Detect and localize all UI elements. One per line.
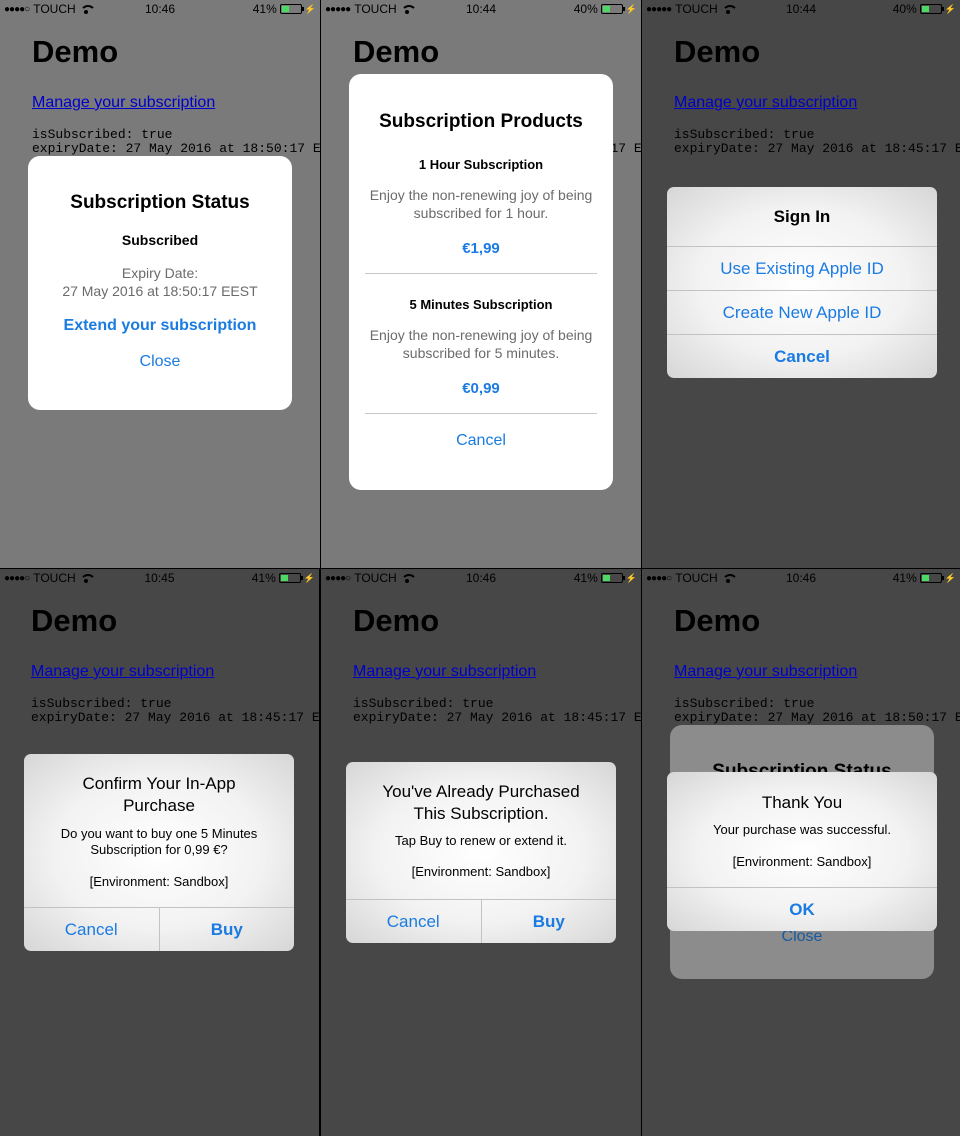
dialog-title: Subscription Status (70, 192, 250, 213)
status-bar: ●●●●○ TOUCH 10:46 41% ⚡ (0, 0, 320, 18)
dialog-title: Subscription Products (379, 111, 583, 132)
page-title: Demo (32, 34, 119, 69)
cancel-button[interactable]: Cancel (24, 908, 159, 951)
screen-thank-you: ●●●●○ TOUCH 10:46 41% ⚡ Demo Manage your… (642, 569, 960, 1136)
product-name: 5 Minutes Subscription (409, 297, 553, 312)
battery-percent: 41% (573, 571, 598, 585)
battery-percent: 41% (892, 571, 917, 585)
divider (365, 273, 597, 274)
alert-title: Confirm Your In-App Purchase (82, 774, 236, 815)
status-bar: ●●●●○ TOUCH 10:46 41% ⚡ (321, 569, 641, 587)
sign-in-sheet: Sign In Use Existing Apple ID Create New… (667, 187, 937, 378)
status-bar: ●●●●● TOUCH 10:44 40% ⚡ (642, 0, 960, 18)
subscription-info: isSubscribed: true expiryDate: 27 May 20… (32, 127, 320, 156)
manage-subscription-link[interactable]: Manage your subscription (674, 663, 857, 681)
charging-icon: ⚡ (304, 3, 316, 14)
manage-subscription-link[interactable]: Manage your subscription (353, 663, 536, 681)
battery-icon (278, 573, 303, 583)
battery-icon (279, 4, 304, 14)
sheet-title: Sign In (773, 207, 831, 226)
divider (365, 413, 597, 414)
thank-you-alert: Thank You Your purchase was successful. … (667, 772, 937, 931)
screen-confirm-purchase: ●●●●○ TOUCH 10:45 41% ⚡ Demo Manage your… (0, 569, 319, 1136)
alert-message: Tap Buy to renew or extend it. (395, 833, 567, 848)
subscription-info: isSubscribed: true expiryDate: 27 May 20… (674, 696, 960, 725)
product-description: Enjoy the non-renewing joy of being subs… (369, 327, 593, 361)
battery-level (602, 6, 610, 12)
screen-already-purchased: ●●●●○ TOUCH 10:46 41% ⚡ Demo Manage your… (321, 569, 641, 1136)
page-title: Demo (353, 603, 440, 638)
extend-subscription-button[interactable]: Extend your subscription (28, 317, 292, 335)
battery-percent: 40% (892, 2, 917, 16)
cancel-button[interactable]: Cancel (346, 900, 481, 943)
page-title: Demo (353, 34, 440, 69)
page-title: Demo (31, 603, 118, 638)
environment-note: [Environment: Sandbox] (732, 854, 872, 869)
manage-subscription-link[interactable]: Manage your subscription (32, 94, 215, 112)
manage-subscription-link[interactable]: Manage your subscription (674, 94, 857, 112)
subscription-info: isSubscribed: true expiryDate: 27 May 20… (674, 127, 960, 156)
page-title: Demo (674, 603, 761, 638)
already-purchased-alert: You've Already Purchased This Subscripti… (346, 762, 616, 943)
battery-level (921, 6, 929, 12)
environment-note: [Environment: Sandbox] (411, 864, 551, 879)
manage-subscription-link[interactable]: Manage your subscription (31, 663, 214, 681)
product-price-button[interactable]: €0,99 (349, 380, 613, 397)
battery-icon (600, 4, 625, 14)
product-name: 1 Hour Subscription (418, 157, 544, 172)
status-bar: ●●●●● TOUCH 10:44 40% ⚡ (321, 0, 641, 18)
cancel-button[interactable]: Cancel (349, 432, 613, 450)
battery-icon (919, 4, 944, 14)
ok-button[interactable]: OK (667, 888, 937, 931)
battery-percent: 41% (252, 2, 277, 16)
alert-title: Thank You (761, 793, 843, 812)
alert-button-row: Cancel Buy (346, 899, 616, 943)
alert-button-row: Cancel Buy (24, 907, 294, 951)
battery-level (602, 575, 611, 581)
status-bar: ●●●●○ TOUCH 10:45 41% ⚡ (0, 569, 319, 587)
product-description: Enjoy the non-renewing joy of being subs… (369, 187, 593, 221)
buy-button[interactable]: Buy (480, 900, 617, 943)
use-existing-apple-id-button[interactable]: Use Existing Apple ID (667, 246, 937, 290)
product-price-button[interactable]: €1,99 (349, 240, 613, 257)
status-bar: ●●●●○ TOUCH 10:46 41% ⚡ (642, 569, 960, 587)
confirm-purchase-alert: Confirm Your In-App Purchase Do you want… (24, 754, 294, 951)
charging-icon: ⚡ (625, 3, 637, 14)
battery-percent: 40% (573, 2, 598, 16)
create-new-apple-id-button[interactable]: Create New Apple ID (667, 290, 937, 334)
battery-level (280, 575, 289, 581)
page-title: Demo (674, 34, 761, 69)
subscription-status-dialog: Subscription Status Subscribed Expiry Da… (28, 156, 292, 410)
expiry-value: 27 May 2016 at 18:50:17 EEST (62, 283, 258, 299)
expiry-label: Expiry Date: (121, 265, 199, 281)
charging-icon: ⚡ (944, 572, 956, 583)
screen-sign-in: ●●●●● TOUCH 10:44 40% ⚡ Demo Manage your… (642, 0, 960, 568)
battery-level (281, 6, 290, 12)
alert-message: Do you want to buy one 5 Minutes Subscri… (60, 826, 258, 857)
environment-note: [Environment: Sandbox] (89, 874, 229, 889)
battery-icon (600, 573, 625, 583)
screen-subscription-products: ●●●●● TOUCH 10:44 40% ⚡ Demo Manage your… (321, 0, 641, 568)
close-button[interactable]: Close (28, 353, 292, 371)
alert-button-row: OK (667, 887, 937, 931)
battery-icon (919, 573, 944, 583)
subscription-products-dialog: Subscription Products 1 Hour Subscriptio… (349, 74, 613, 490)
charging-icon: ⚡ (303, 572, 315, 583)
charging-icon: ⚡ (944, 3, 956, 14)
battery-percent: 41% (251, 571, 276, 585)
cancel-button[interactable]: Cancel (667, 334, 937, 378)
buy-button[interactable]: Buy (158, 908, 295, 951)
charging-icon: ⚡ (625, 572, 637, 583)
subscription-info: isSubscribed: true expiryDate: 27 May 20… (31, 696, 319, 725)
subscription-info: isSubscribed: true expiryDate: 27 May 20… (353, 696, 641, 725)
screen-subscription-status: ●●●●○ TOUCH 10:46 41% ⚡ Demo Manage your… (0, 0, 320, 568)
alert-title: You've Already Purchased This Subscripti… (382, 782, 580, 823)
subscription-state: Subscribed (121, 232, 199, 248)
alert-message: Your purchase was successful. (712, 822, 891, 837)
battery-level (921, 575, 930, 581)
